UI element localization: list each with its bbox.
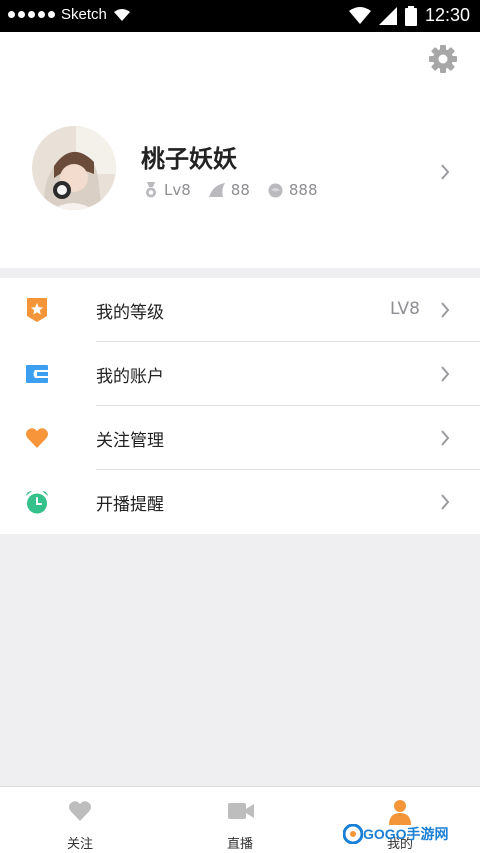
coin-icon xyxy=(268,183,283,197)
user-name: 桃子妖妖 xyxy=(141,145,237,173)
wifi-icon xyxy=(113,8,130,21)
menu-item-label: 开播提醒 xyxy=(96,495,164,515)
wing-icon xyxy=(208,183,225,197)
menu-item-value: LV8 xyxy=(389,299,420,319)
signal-dots-icon xyxy=(8,11,55,18)
fans-stat: 88 xyxy=(208,181,250,199)
level-badge-icon xyxy=(27,298,47,322)
heart-icon xyxy=(25,428,49,448)
wifi-signal-icon xyxy=(348,6,371,24)
menu-item-live-reminder[interactable]: 开播提醒 xyxy=(0,470,480,534)
status-left: Sketch xyxy=(8,6,131,23)
alarm-clock-icon xyxy=(26,491,48,514)
gear-icon[interactable] xyxy=(428,44,458,74)
clock: 12:30 xyxy=(424,5,470,25)
tab-live[interactable]: 直播 xyxy=(160,787,320,853)
person-icon xyxy=(389,800,411,825)
chevron-right-icon xyxy=(441,430,450,446)
menu-item-label: 我的等级 xyxy=(96,303,164,323)
chevron-right-icon[interactable] xyxy=(440,164,450,180)
cell-signal-icon xyxy=(378,6,397,25)
menu-item-label: 关注管理 xyxy=(96,431,164,451)
level-value: Lv8 xyxy=(164,181,191,199)
status-bar: Sketch 12:30 xyxy=(0,0,480,32)
status-right: 12:30 xyxy=(348,5,470,26)
watermark-logo: GOGO手游网 xyxy=(343,824,449,844)
settings-menu: 我的等级 LV8 我的账户 关注管理 开播提醒 xyxy=(0,278,480,534)
tab-label: 关注 xyxy=(66,837,93,852)
chevron-right-icon xyxy=(441,366,450,382)
coin-value: 888 xyxy=(288,181,318,199)
coin-stat: 888 xyxy=(268,181,318,199)
chevron-right-icon xyxy=(441,494,450,510)
tab-follow[interactable]: 关注 xyxy=(0,787,160,853)
tab-label: 直播 xyxy=(226,837,253,852)
menu-item-label: 我的账户 xyxy=(96,367,164,387)
menu-item-level[interactable]: 我的等级 LV8 xyxy=(0,278,480,342)
avatar-image xyxy=(32,126,116,210)
heart-icon xyxy=(68,801,92,821)
medal-icon xyxy=(146,182,156,198)
avatar[interactable] xyxy=(32,126,116,210)
wallet-icon xyxy=(26,365,48,383)
level-stat: Lv8 xyxy=(144,181,191,199)
carrier-name: Sketch xyxy=(61,6,107,23)
battery-icon xyxy=(404,5,417,26)
chevron-right-icon xyxy=(441,302,450,318)
watermark-text: GOGO手游网 xyxy=(363,826,449,842)
menu-item-account[interactable]: 我的账户 xyxy=(0,342,480,406)
gogo-logo-icon xyxy=(343,824,363,844)
user-stats: Lv8 88 888 xyxy=(144,181,336,199)
profile-header[interactable]: 桃子妖妖 Lv8 88 888 xyxy=(0,32,480,268)
menu-item-follow-management[interactable]: 关注管理 xyxy=(0,406,480,470)
fans-value: 88 xyxy=(230,181,250,199)
video-camera-icon xyxy=(228,803,254,819)
